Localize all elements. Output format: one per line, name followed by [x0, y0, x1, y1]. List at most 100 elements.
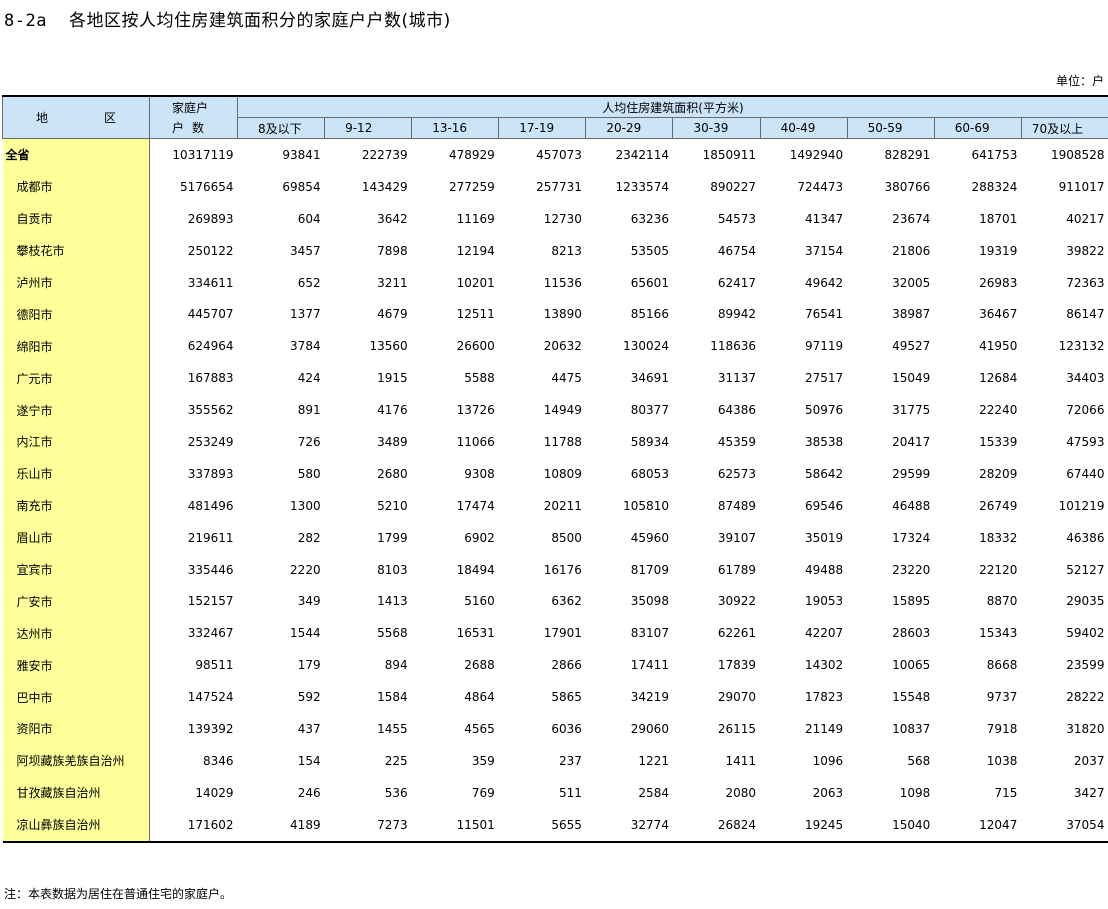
- value-cell: 118636: [710, 339, 757, 354]
- table-row: 自贡市 269893 604 3642 11169 12730 63236 54573 4134…: [2, 202, 1108, 235]
- value-cell: 19053: [804, 594, 844, 609]
- value-cell: 69854: [282, 179, 321, 194]
- region-cell: 绵阳市: [2, 330, 150, 363]
- table-row: 眉山市 219611 282 1799 6902 8500 45960 39107 35019 1…: [2, 521, 1108, 554]
- table-row: 广元市 167883 424 1915 5588 4475 34691 31137 27517 1…: [2, 362, 1108, 395]
- value-cell: 1799: [377, 530, 408, 545]
- value-cell: 23599: [1066, 658, 1105, 673]
- value-cell: 2037: [1073, 753, 1105, 768]
- value-cell: 26600: [456, 339, 495, 354]
- value-cell: 18332: [979, 530, 1018, 545]
- value-cell: 154: [297, 753, 321, 768]
- table-row: 全省 10317119 93841 222739 478929 457073 2342114…: [2, 138, 1108, 171]
- value-cell: 53505: [630, 243, 669, 258]
- value-cell: 85166: [630, 307, 669, 322]
- value-cell: 38538: [804, 434, 844, 449]
- value-cell: 6362: [551, 594, 582, 609]
- value-cell: 34691: [630, 371, 669, 386]
- value-cell: 49527: [892, 339, 931, 354]
- value-cell: 41347: [804, 211, 844, 226]
- value-cell: 67440: [1066, 466, 1105, 481]
- value-cell: 257731: [536, 179, 582, 194]
- value-cell: 3784: [290, 339, 321, 354]
- value-cell: 652: [297, 275, 321, 290]
- region-cell: 达州市: [2, 617, 150, 650]
- region-cell: 乐山市: [2, 457, 150, 490]
- value-cell: 2680: [377, 466, 408, 481]
- data-table: 地 区 家庭户 人均住房建筑面积(平方米) 户数 8及以下 9-12 13-16 17…: [2, 95, 1108, 843]
- value-cell: 63236: [630, 211, 669, 226]
- value-cell: 7898: [377, 243, 408, 258]
- table-row: 攀枝花市 250122 3457 7898 12194 8213 53505 46754 371…: [2, 234, 1108, 267]
- area-bin-header: 9-12: [324, 117, 413, 139]
- region-cell: 凉山彝族自治州: [2, 808, 150, 843]
- value-cell: 4864: [464, 690, 495, 705]
- value-cell: 237: [558, 753, 582, 768]
- value-cell: 28209: [979, 466, 1018, 481]
- value-cell: 15895: [892, 594, 931, 609]
- value-cell: 2220: [290, 562, 321, 577]
- value-cell: 11501: [411, 808, 499, 843]
- table-row: 阿坝藏族羌族自治州 8346 154 225 359 237 1221 1411 1096 568…: [2, 744, 1108, 777]
- table-row: 达州市 332467 1544 5568 16531 17901 83107 62261 422…: [2, 617, 1108, 650]
- value-cell: 31137: [717, 371, 757, 386]
- total-cell: 14029: [195, 785, 234, 800]
- value-cell: 28603: [892, 626, 931, 641]
- value-cell: 511: [558, 785, 582, 800]
- total-cell: 139392: [187, 721, 234, 736]
- value-cell: 22120: [979, 562, 1018, 577]
- value-cell: 26115: [717, 721, 757, 736]
- value-cell: 1850911: [702, 147, 757, 162]
- value-cell: 282: [297, 530, 321, 545]
- value-cell: 17474: [456, 498, 495, 513]
- value-cell: 380766: [884, 179, 931, 194]
- value-cell: 17823: [804, 690, 844, 705]
- value-cell: 26824: [672, 808, 761, 843]
- region-cell: 资阳市: [2, 713, 150, 745]
- value-cell: 46754: [717, 243, 757, 258]
- value-cell: 36467: [979, 307, 1018, 322]
- value-cell: 1413: [377, 594, 408, 609]
- value-cell: 3211: [377, 275, 408, 290]
- value-cell: 76541: [804, 307, 844, 322]
- value-cell: 5568: [377, 626, 408, 641]
- total-cell: 481496: [187, 498, 234, 513]
- value-cell: 14949: [543, 403, 582, 418]
- region-cell: 全省: [2, 138, 150, 171]
- value-cell: 457073: [536, 147, 582, 162]
- value-cell: 715: [994, 785, 1018, 800]
- total-cell: 334611: [187, 275, 234, 290]
- area-group-header: 人均住房建筑面积(平方米): [237, 95, 1108, 118]
- value-cell: 11536: [543, 275, 582, 290]
- value-cell: 568: [907, 753, 931, 768]
- value-cell: 890227: [710, 179, 757, 194]
- value-cell: 222739: [361, 147, 408, 162]
- value-cell: 80377: [630, 403, 669, 418]
- total-cell: 337893: [187, 466, 234, 481]
- value-cell: 21149: [804, 721, 844, 736]
- value-cell: 86147: [1066, 307, 1105, 322]
- value-cell: 10201: [456, 275, 495, 290]
- value-cell: 11788: [543, 434, 582, 449]
- value-cell: 54573: [717, 211, 757, 226]
- value-cell: 83107: [630, 626, 669, 641]
- region-cell: 南充市: [2, 489, 150, 522]
- value-cell: 1455: [377, 721, 408, 736]
- value-cell: 29070: [717, 690, 757, 705]
- value-cell: 6902: [464, 530, 495, 545]
- region-cell: 德阳市: [2, 298, 150, 331]
- value-cell: 359: [471, 753, 495, 768]
- value-cell: 49488: [804, 562, 844, 577]
- value-cell: 29035: [1066, 594, 1105, 609]
- region-cell: 巴中市: [2, 681, 150, 714]
- value-cell: 2080: [725, 785, 757, 800]
- value-cell: 9737: [986, 690, 1018, 705]
- value-cell: 592: [297, 690, 321, 705]
- value-cell: 16531: [456, 626, 495, 641]
- table-row: 巴中市 147524 592 1584 4864 5865 34219 29070 17823 1…: [2, 681, 1108, 714]
- value-cell: 7918: [986, 721, 1018, 736]
- value-cell: 12511: [456, 307, 495, 322]
- value-cell: 2342114: [615, 147, 669, 162]
- table-row: 内江市 253249 726 3489 11066 11788 58934 45359 3853…: [2, 426, 1108, 458]
- value-cell: 40217: [1066, 211, 1105, 226]
